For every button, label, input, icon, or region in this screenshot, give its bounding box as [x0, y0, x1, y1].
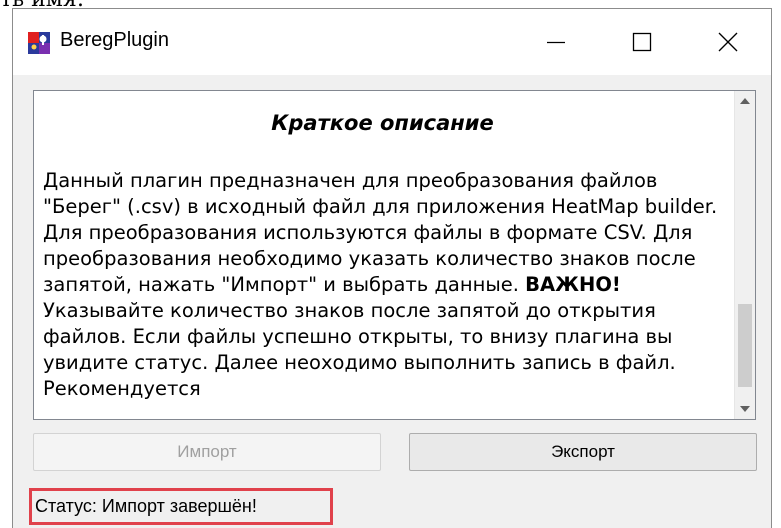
important-notice: ВАЖНО!	[525, 273, 621, 296]
arrow-down-icon	[740, 406, 750, 412]
title-bar[interactable]: BeregPlugin	[13, 9, 771, 75]
status-label: Статус: Импорт завершён!	[29, 488, 333, 525]
description-part-2: Указывайте количество знаков после запят…	[43, 299, 676, 400]
description-text-area[interactable]: Краткое описание Данный плагин предназна…	[33, 90, 756, 420]
arrow-up-icon	[740, 98, 750, 104]
maximize-icon	[632, 32, 652, 52]
minimize-icon	[547, 41, 565, 44]
maximize-button[interactable]	[599, 9, 685, 75]
beregplugin-window: BeregPlugin Краткое описание Данный плаг…	[12, 8, 772, 528]
description-text: Данный плагин предназначен для преобразо…	[43, 168, 733, 402]
window-title: BeregPlugin	[60, 29, 169, 51]
minimize-button[interactable]	[513, 9, 599, 75]
import-button[interactable]: Импорт	[33, 433, 381, 471]
scroll-down-button[interactable]	[735, 399, 755, 419]
export-button[interactable]: Экспорт	[409, 433, 757, 471]
close-icon	[718, 32, 738, 52]
scrollbar-thumb[interactable]	[738, 304, 752, 387]
app-icon	[28, 32, 50, 54]
vertical-scrollbar[interactable]	[734, 91, 755, 419]
scroll-up-button[interactable]	[735, 91, 755, 111]
description-heading: Краткое описание	[271, 111, 494, 135]
close-button[interactable]	[685, 9, 771, 75]
